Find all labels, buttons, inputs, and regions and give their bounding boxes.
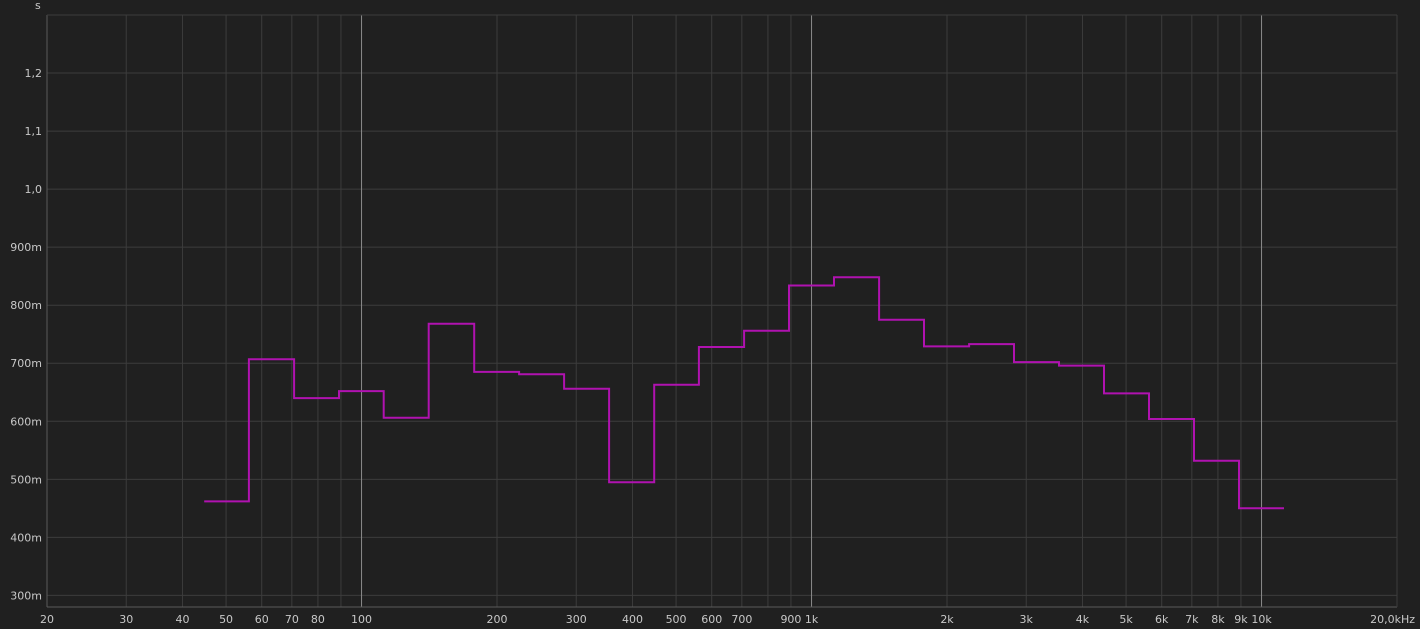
x-tick-label: 100 [351,613,372,626]
x-tick-label: 9k [1234,613,1248,626]
x-tick-label: 2k [940,613,954,626]
x-tick-label: 300 [566,613,587,626]
y-tick-label: 700m [10,357,42,370]
x-tick-label: 200 [487,613,508,626]
y-tick-label: 600m [10,415,42,428]
x-tick-label: 3k [1020,613,1034,626]
x-tick-label: 6k [1155,613,1169,626]
x-tick-label: 8k [1211,613,1225,626]
x-tick-label: 60 [255,613,269,626]
y-tick-label: 1,2 [25,67,43,80]
y-tick-label: 900m [10,241,42,254]
x-tick-label: 50 [219,613,233,626]
x-tick-label: 70 [285,613,299,626]
chart: 300m 400m 500m 600m 700m 800m 900m 1,0 1,1 1,2 20 3… [0,0,1420,629]
x-tick-label: 900 [780,613,801,626]
plot-background [0,0,1420,629]
y-tick-label: 300m [10,589,42,602]
x-tick-label: 500 [666,613,687,626]
y-tick-label: 800m [10,299,42,312]
y-tick-label: 500m [10,473,42,486]
y-tick-label: 400m [10,531,42,544]
y-axis-unit-label: s [35,0,41,12]
x-tick-label: 40 [175,613,189,626]
x-tick-label: 5k [1119,613,1133,626]
x-tick-label: 10k [1251,613,1272,626]
x-tick-label: 20 [40,613,54,626]
y-tick-label: 1,1 [25,125,43,138]
x-tick-label: 80 [311,613,325,626]
x-tick-label: 700 [731,613,752,626]
y-tick-label: 1,0 [25,183,43,196]
x-tick-label: 7k [1185,613,1199,626]
x-tick-label: 400 [622,613,643,626]
x-tick-label: 600 [701,613,722,626]
x-tick-label: 1k [805,613,819,626]
x-tick-label: 30 [119,613,133,626]
x-tick-label: 4k [1076,613,1090,626]
x-tick-label: 20,0kHz [1370,613,1415,626]
